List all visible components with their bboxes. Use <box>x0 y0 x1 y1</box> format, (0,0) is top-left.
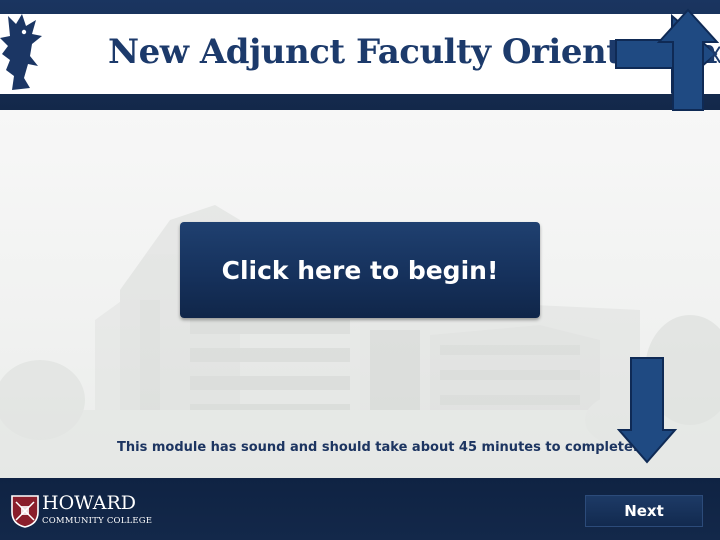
college-name: HOWARD <box>42 492 136 514</box>
arrow-down-icon <box>617 357 677 464</box>
next-button[interactable]: Next <box>585 495 703 527</box>
duration-note: This module has sound and should take ab… <box>117 440 638 455</box>
college-crest-icon <box>11 495 39 528</box>
begin-button[interactable]: Click here to begin! <box>180 222 540 318</box>
close-icon[interactable]: X <box>707 44 720 69</box>
college-subtitle: COMMUNITY COLLEGE <box>42 516 153 526</box>
mascot-icon <box>0 14 42 90</box>
